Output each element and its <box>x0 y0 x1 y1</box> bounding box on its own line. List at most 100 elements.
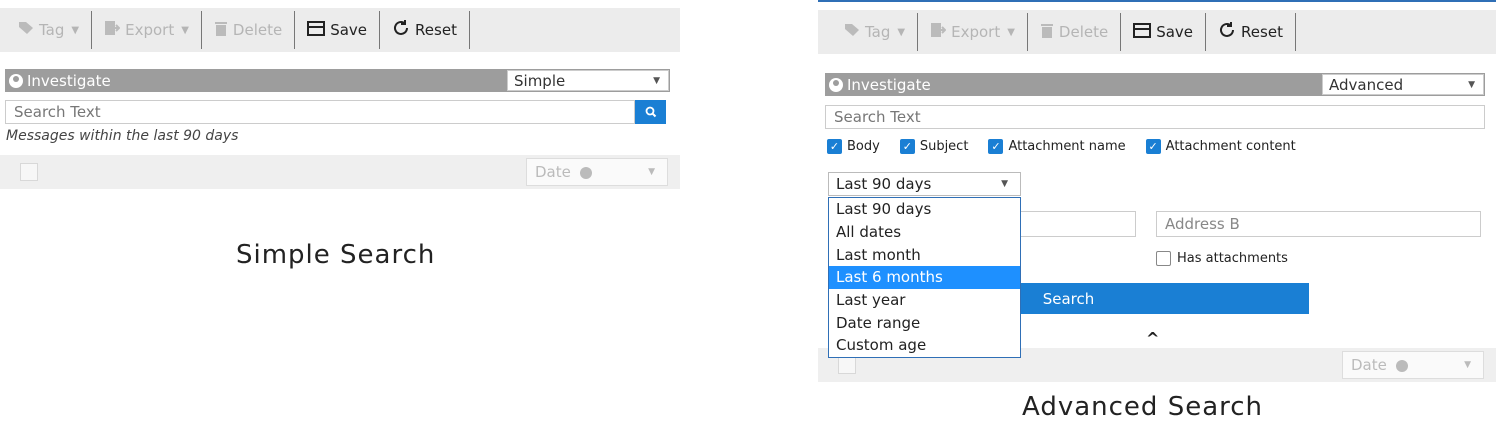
chevron-up-icon[interactable]: ^ <box>1146 329 1159 348</box>
sort-select[interactable]: Date ▼ <box>1342 351 1484 379</box>
tag-button[interactable]: Tag ▼ <box>10 8 87 52</box>
search-row: Search Text <box>825 105 1485 129</box>
dropdown-option[interactable]: Date range <box>829 311 1020 334</box>
person-icon <box>829 77 843 92</box>
sort-label: Date <box>535 163 571 181</box>
save-button[interactable]: Save <box>299 8 375 52</box>
trash-icon <box>1040 22 1054 42</box>
checkbox-attachment-name[interactable]: ✓ Attachment name <box>988 139 1126 154</box>
divider <box>1205 13 1207 51</box>
delete-label: Delete <box>1058 23 1109 41</box>
advanced-search-panel: Tag ▼ Export ▼ Delete Save Reset Investi… <box>818 0 1496 387</box>
reset-icon <box>392 19 410 41</box>
checkbox-label: Subject <box>919 139 969 154</box>
search-mode-select[interactable]: Advanced ▼ <box>1322 74 1484 95</box>
chevron-down-icon: ▼ <box>181 24 189 36</box>
investigate-label: Investigate <box>847 75 931 94</box>
dropdown-option[interactable]: All dates <box>829 221 1020 244</box>
toolbar: Tag ▼ Export ▼ Delete Save Reset <box>0 8 680 52</box>
chevron-down-icon: ▼ <box>897 26 906 38</box>
divider <box>379 11 381 49</box>
delete-button[interactable]: Delete <box>206 8 290 52</box>
dropdown-option[interactable]: Last 90 days <box>829 198 1020 221</box>
investigate-bar: Investigate Simple ▼ <box>5 69 670 92</box>
person-icon <box>9 73 23 88</box>
checkbox-label: Attachment content <box>1165 139 1296 154</box>
search-input[interactable]: Search Text <box>825 105 1485 129</box>
search-input[interactable]: Search Text <box>5 100 635 124</box>
checkbox-subject[interactable]: ✓ Subject <box>899 139 969 154</box>
search-hint: Messages within the last 90 days <box>6 128 239 144</box>
select-all-checkbox[interactable] <box>20 163 38 181</box>
export-label: Export <box>125 21 175 39</box>
divider <box>468 11 470 49</box>
tag-icon <box>844 23 860 41</box>
chevron-down-icon: ▼ <box>71 24 80 36</box>
checkbox-label: Attachment name <box>1008 139 1126 154</box>
sort-icon <box>579 166 592 179</box>
dropdown-option[interactable]: Last month <box>829 243 1020 266</box>
tag-button[interactable]: Tag ▼ <box>836 10 913 54</box>
search-mode-value: Simple <box>514 71 566 90</box>
save-button[interactable]: Save <box>1125 10 1201 54</box>
checkmark-icon: ✓ <box>899 139 915 154</box>
dropdown-option[interactable]: Custom age <box>829 334 1020 357</box>
search-button[interactable] <box>635 100 666 124</box>
divider <box>1294 13 1296 51</box>
investigate-bar: Investigate Advanced ▼ <box>825 73 1485 96</box>
sort-label: Date <box>1351 356 1387 374</box>
export-icon <box>930 22 947 42</box>
has-attachments-checkbox[interactable]: Has attachments <box>1156 251 1288 266</box>
checkmark-icon: ✓ <box>988 139 1004 154</box>
investigate-label: Investigate <box>27 71 111 90</box>
select-all-checkbox[interactable] <box>838 356 856 374</box>
sort-icon <box>1395 359 1408 372</box>
delete-label: Delete <box>232 21 283 39</box>
address-b-field[interactable]: Address B <box>1156 211 1481 237</box>
reset-button[interactable]: Reset <box>384 8 465 52</box>
chevron-down-icon: ▼ <box>1001 179 1008 189</box>
save-label: Save <box>1156 23 1194 41</box>
tag-label: Tag <box>865 23 891 41</box>
search-mode-select[interactable]: Simple ▼ <box>507 70 669 91</box>
export-button[interactable]: Export ▼ <box>922 10 1023 54</box>
divider <box>1120 13 1122 51</box>
chevron-down-icon: ▼ <box>653 75 660 86</box>
reset-icon <box>1218 21 1236 43</box>
export-button[interactable]: Export ▼ <box>96 8 197 52</box>
divider <box>917 13 919 51</box>
divider <box>91 11 93 49</box>
checkbox-label: Body <box>847 139 880 154</box>
simple-search-panel: Tag ▼ Export ▼ Delete Save Reset Investi… <box>0 0 680 200</box>
caption-simple: Simple Search <box>236 240 436 270</box>
checkmark-icon: ✓ <box>827 139 842 154</box>
divider <box>200 11 202 49</box>
chevron-down-icon: ▼ <box>1468 79 1475 90</box>
divider <box>1026 13 1028 51</box>
save-icon <box>307 20 326 40</box>
checkbox-body[interactable]: ✓ Body <box>827 139 880 154</box>
checkbox-box <box>1156 251 1171 266</box>
sort-select[interactable]: Date ▼ <box>526 158 668 186</box>
toolbar: Tag ▼ Export ▼ Delete Save Reset <box>818 10 1496 54</box>
results-header: Date ▼ <box>0 155 680 189</box>
caption-advanced: Advanced Search <box>1022 392 1264 422</box>
search-scope-checkboxes: ✓ Body ✓ Subject ✓ Attachment name ✓ Att… <box>827 139 1296 154</box>
search-icon <box>645 106 656 118</box>
divider <box>294 11 296 49</box>
tag-icon <box>18 21 34 39</box>
reset-button[interactable]: Reset <box>1210 10 1291 54</box>
dropdown-option-highlighted[interactable]: Last 6 months <box>829 266 1020 289</box>
save-label: Save <box>330 21 368 39</box>
checkmark-icon: ✓ <box>1145 139 1161 154</box>
date-range-select[interactable]: Last 90 days ▼ <box>828 172 1021 196</box>
checkbox-attachment-content[interactable]: ✓ Attachment content <box>1145 139 1296 154</box>
reset-label: Reset <box>1241 23 1283 41</box>
reset-label: Reset <box>415 21 457 39</box>
save-icon <box>1133 22 1152 42</box>
dropdown-option[interactable]: Last year <box>829 289 1020 312</box>
date-range-value: Last 90 days <box>836 175 932 193</box>
search-mode-value: Advanced <box>1329 75 1404 94</box>
trash-icon <box>214 20 228 40</box>
delete-button[interactable]: Delete <box>1032 10 1116 54</box>
